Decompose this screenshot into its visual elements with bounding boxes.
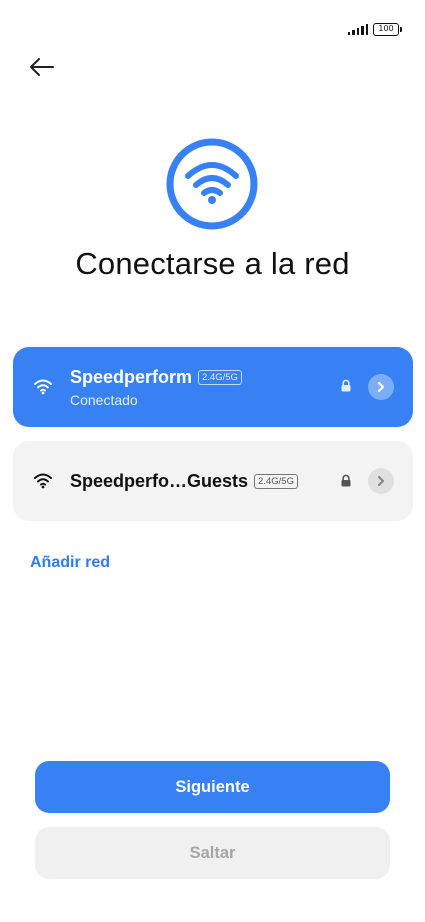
network-item[interactable]: Speedperfo…Guests 2.4G/5G xyxy=(13,441,413,521)
network-details-button[interactable] xyxy=(368,468,394,494)
back-arrow-icon xyxy=(30,58,54,76)
battery-level: 100 xyxy=(378,23,394,33)
chevron-right-icon xyxy=(377,475,385,487)
add-network-link[interactable]: Añadir red xyxy=(30,554,110,572)
band-badge: 2.4G/5G xyxy=(198,370,242,385)
signal-icon xyxy=(347,23,368,35)
chevron-right-icon xyxy=(377,381,385,393)
next-button[interactable]: Siguiente xyxy=(35,761,390,813)
lock-icon xyxy=(341,474,351,487)
lock-icon xyxy=(341,379,351,392)
page-title: Conectarse a la red xyxy=(75,246,350,281)
network-name-row: Speedperfo…Guests 2.4G/5G xyxy=(70,471,298,492)
network-item-connected[interactable]: Speedperform 2.4G/5G Conectado xyxy=(13,347,413,427)
band-badge: 2.4G/5G xyxy=(254,474,298,489)
network-name: Speedperform xyxy=(70,367,193,387)
network-name-row: Speedperform 2.4G/5G xyxy=(70,367,242,388)
network-status: Conectado xyxy=(70,392,138,408)
back-button[interactable] xyxy=(24,50,60,84)
network-details-button[interactable] xyxy=(368,374,394,400)
battery-icon: 100 xyxy=(373,22,402,36)
wifi-icon xyxy=(34,379,52,395)
status-bar: 100 xyxy=(347,22,402,36)
network-name: Speedperfo…Guests xyxy=(70,471,249,491)
wifi-icon xyxy=(34,473,52,489)
wifi-hero-icon xyxy=(166,138,258,230)
skip-button[interactable]: Saltar xyxy=(35,827,390,879)
